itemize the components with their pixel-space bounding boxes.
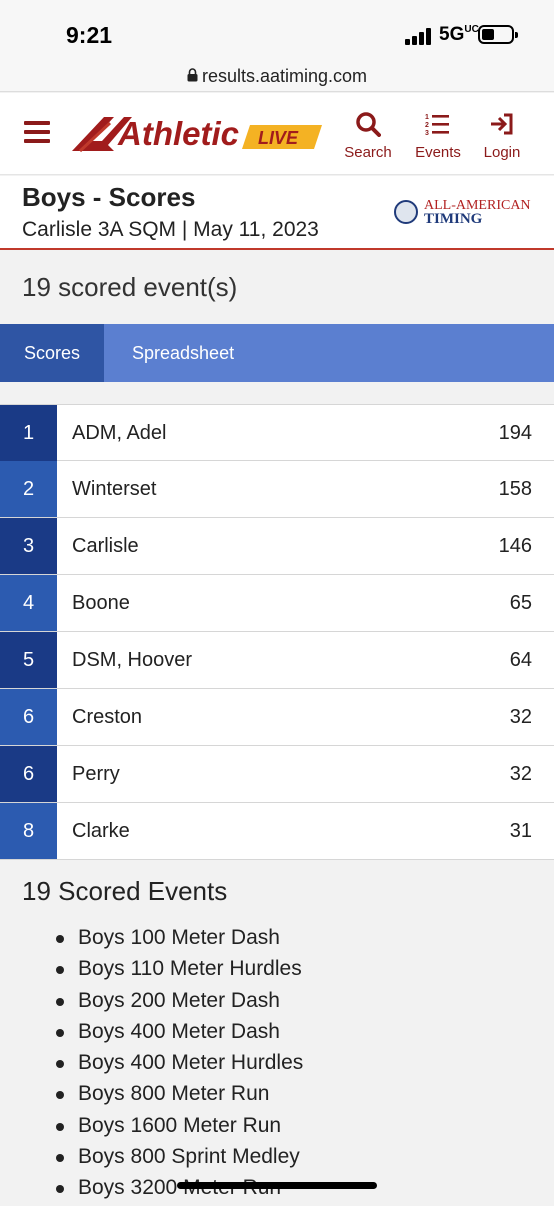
list-item[interactable]: Boys 3200 Meter Run <box>55 1174 303 1205</box>
home-indicator[interactable] <box>177 1182 377 1189</box>
logo-text: Athletic <box>117 115 239 152</box>
list-item[interactable]: Boys 110 Meter Hurdles <box>55 955 303 986</box>
network-type: 5GUC <box>439 24 479 45</box>
tab-scores[interactable]: Scores <box>0 324 104 382</box>
table-row[interactable]: 2 Winterset 158 <box>0 461 554 518</box>
lock-icon <box>187 68 198 85</box>
list-item[interactable]: Boys 1600 Meter Run <box>55 1112 303 1143</box>
events-list: Boys 100 Meter Dash Boys 110 Meter Hurdle… <box>55 924 303 1206</box>
list-item[interactable]: Boys 400 Meter Dash <box>55 1018 303 1049</box>
team-points: 194 <box>498 422 532 444</box>
list-icon: 123 <box>408 111 468 139</box>
svg-text:2: 2 <box>425 122 429 129</box>
table-row[interactable]: 4 Boone 65 <box>0 575 554 632</box>
team-points: 32 <box>509 706 532 728</box>
search-icon <box>338 111 398 139</box>
list-item[interactable]: Boys 800 Meter Run <box>55 1080 303 1111</box>
table-row[interactable]: 1 ADM, Adel 194 <box>0 404 554 461</box>
list-item[interactable]: Boys 100 Meter Dash <box>55 924 303 955</box>
nav-login-label: Login <box>483 144 521 161</box>
team-points: 65 <box>509 592 532 614</box>
signal-icon <box>405 27 435 45</box>
site-header: Athletic LIVE Search 123 Events Login <box>0 93 554 175</box>
url-text: results.aatiming.com <box>201 66 368 86</box>
table-row[interactable]: 6 Perry 32 <box>0 746 554 803</box>
status-time: 9:21 <box>66 22 113 48</box>
battery-icon <box>478 25 518 44</box>
team-points: 31 <box>509 820 532 842</box>
rank-cell: 8 <box>0 803 57 859</box>
rank-cell: 5 <box>0 632 57 688</box>
meet-info: Carlisle 3A SQM | May 11, 2023 <box>22 218 319 241</box>
table-row[interactable]: 3 Carlisle 146 <box>0 518 554 575</box>
team-name[interactable]: DSM, Hoover <box>72 632 192 688</box>
events-section-title: 19 Scored Events <box>22 876 228 906</box>
team-points: 64 <box>509 649 532 671</box>
scored-events-count: 19 scored event(s) <box>22 272 238 302</box>
login-icon <box>472 111 532 139</box>
team-name[interactable]: ADM, Adel <box>72 405 166 461</box>
browser-url-bar[interactable]: results.aatiming.com <box>0 60 554 92</box>
all-american-timing-logo[interactable]: ALL-AMERICAN TIMING <box>392 196 532 228</box>
table-row[interactable]: 6 Creston 32 <box>0 689 554 746</box>
status-bar: 9:21 5GUC <box>0 0 554 60</box>
nav-search-label: Search <box>344 144 392 161</box>
team-name[interactable]: Boone <box>72 575 130 631</box>
team-name[interactable]: Creston <box>72 689 142 745</box>
rank-cell: 2 <box>0 461 57 517</box>
tab-spreadsheet[interactable]: Spreadsheet <box>132 324 234 382</box>
nav-events[interactable]: 123 Events <box>408 111 468 161</box>
nav-search[interactable]: Search <box>338 111 398 161</box>
nav-events-label: Events <box>415 144 461 161</box>
menu-icon[interactable] <box>24 121 50 143</box>
rank-cell: 3 <box>0 518 57 574</box>
list-item[interactable]: Boys 200 Meter Dash <box>55 987 303 1018</box>
team-points: 158 <box>498 478 532 500</box>
list-item[interactable]: Boys 400 Meter Hurdles <box>55 1049 303 1080</box>
clock-icon <box>394 200 418 224</box>
team-name[interactable]: Carlisle <box>72 518 139 574</box>
network-suffix: UC <box>464 24 479 35</box>
team-name[interactable]: Perry <box>72 746 120 802</box>
list-item[interactable]: Boys 800 Sprint Medley <box>55 1143 303 1174</box>
team-points: 32 <box>509 763 532 785</box>
team-points: 146 <box>498 535 532 557</box>
rank-cell: 4 <box>0 575 57 631</box>
svg-text:3: 3 <box>425 130 429 137</box>
team-name[interactable]: Clarke <box>72 803 130 859</box>
rank-cell: 1 <box>0 405 57 461</box>
url-display[interactable]: results.aatiming.com <box>0 66 554 87</box>
logo-badge: LIVE <box>258 128 299 148</box>
view-tabs: Scores Spreadsheet <box>0 324 554 382</box>
timing-logo-bottom: TIMING <box>424 211 483 227</box>
athletic-live-logo[interactable]: Athletic LIVE <box>70 111 322 157</box>
svg-text:1: 1 <box>425 114 429 121</box>
nav-login[interactable]: Login <box>472 111 532 161</box>
table-row[interactable]: 5 DSM, Hoover 64 <box>0 632 554 689</box>
rank-cell: 6 <box>0 689 57 745</box>
page-title-area: Boys - Scores Carlisle 3A SQM | May 11, … <box>0 176 554 250</box>
team-name[interactable]: Winterset <box>72 461 156 517</box>
rank-cell: 6 <box>0 746 57 802</box>
standings-table: 1 ADM, Adel 194 2 Winterset 158 3 Carlisle 146 4 B… <box>0 404 554 860</box>
page-title: Boys - Scores <box>22 182 196 212</box>
table-row[interactable]: 8 Clarke 31 <box>0 803 554 860</box>
